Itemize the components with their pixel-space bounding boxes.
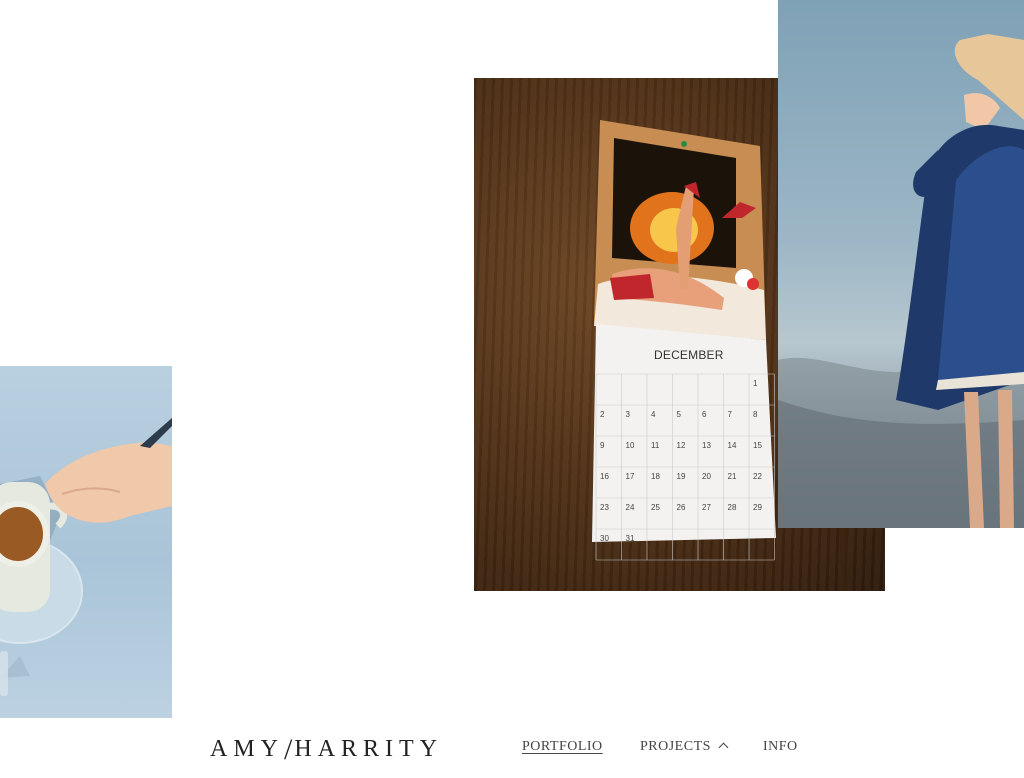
calendar-day: 11 (651, 441, 660, 450)
calendar-day: 24 (626, 503, 635, 512)
calendar-day: 10 (626, 441, 635, 450)
calendar-day: 22 (753, 472, 762, 481)
nav-info-label: INFO (763, 739, 798, 754)
site-logo[interactable]: AMY/HARRITY (210, 733, 444, 766)
calendar-day: 16 (600, 472, 609, 481)
calendar-day: 4 (651, 410, 656, 419)
dress-illustration (778, 34, 1024, 528)
calendar-day: 28 (728, 503, 737, 512)
calendar-day: 3 (626, 410, 631, 419)
calendar-day: 6 (702, 410, 707, 419)
calendar-day: 5 (677, 410, 682, 419)
calendar-day: 31 (626, 534, 635, 543)
logo-first-name: AMY (210, 736, 285, 762)
logo-last-name: HARRITY (294, 736, 444, 762)
chevron-up-icon (718, 742, 729, 753)
calendar-day: 9 (600, 441, 605, 450)
photo-woman-blue-dress[interactable] (778, 0, 1024, 528)
calendar-day: 7 (728, 410, 733, 419)
nav-projects[interactable]: PROJECTS (640, 738, 729, 756)
calendar-day: 17 (626, 472, 635, 481)
calendar-month-label: DECEMBER (654, 348, 724, 362)
calendar-day: 14 (728, 441, 737, 450)
calendar-grid-page: DECEMBER 12 3 4 5 6 7 89 10 11 12 13 14 1516 17 18 19 20… (592, 324, 776, 561)
calendar-day: 2 (600, 410, 605, 419)
photo-coffee-cup[interactable] (0, 366, 172, 718)
calendar-day: 20 (702, 472, 711, 481)
calendar-day: 12 (677, 441, 686, 450)
nav-portfolio[interactable]: PORTFOLIO (522, 738, 603, 756)
calendar-day: 21 (728, 472, 737, 481)
calendar-day: 1 (753, 379, 758, 388)
logo-separator: / (284, 733, 295, 766)
calendar-day: 13 (702, 441, 711, 450)
nav-portfolio-label: PORTFOLIO (522, 739, 603, 754)
calendar-day: 25 (651, 503, 660, 512)
calendar-day: 27 (702, 503, 711, 512)
calendar-day: 30 (600, 534, 609, 543)
calendar-day: 29 (753, 503, 762, 512)
nav-projects-label: PROJECTS (640, 739, 711, 754)
calendar-day: 18 (651, 472, 660, 481)
coffee-illustration (0, 418, 172, 696)
nav-info[interactable]: INFO (763, 738, 798, 756)
calendar-day: 15 (753, 441, 762, 450)
calendar-picture (594, 120, 766, 340)
calendar-day: 23 (600, 503, 609, 512)
calendar-day: 26 (677, 503, 686, 512)
calendar-day: 8 (753, 410, 758, 419)
calendar-day: 19 (677, 472, 686, 481)
